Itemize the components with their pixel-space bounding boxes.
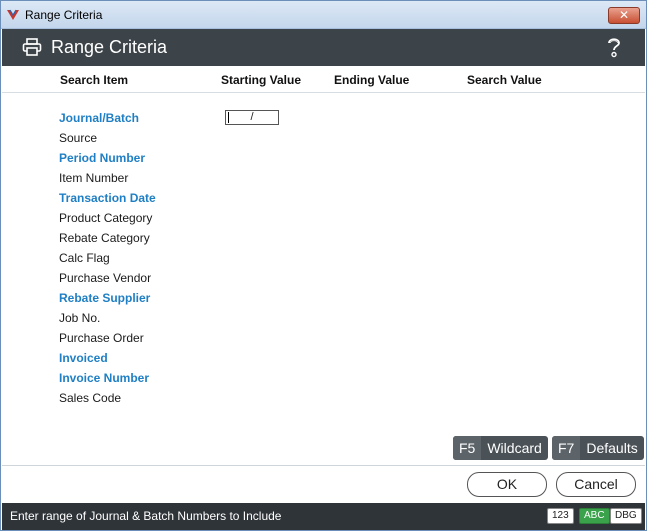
wildcard-button[interactable]: F5 Wildcard (453, 436, 548, 460)
criteria-item-label: Period Number (59, 151, 146, 165)
criteria-item-label: Calc Flag (59, 251, 110, 265)
criteria-item-label: Purchase Vendor (59, 271, 152, 285)
page-title: Range Criteria (51, 37, 168, 57)
header-divider (2, 92, 645, 93)
printer-icon[interactable] (22, 38, 42, 56)
column-header-search-value: Search Value (467, 73, 542, 87)
numeric-mode-badge: 123 (547, 508, 574, 524)
column-header-ending-value: Ending Value (334, 73, 410, 87)
column-header-search-item: Search Item (60, 73, 129, 87)
abc-mode-badge: ABC (579, 508, 610, 524)
wildcard-key: F5 (453, 436, 482, 460)
criteria-item-label: Item Number (59, 171, 129, 185)
journal-batch-starting-value: / (250, 111, 254, 123)
criteria-item-label: Invoice Number (59, 371, 150, 385)
text-caret (228, 112, 229, 123)
journal-batch-starting-input[interactable]: / (225, 110, 279, 125)
criteria-item-label: Purchase Order (59, 331, 144, 345)
criteria-item-label: Job No. (59, 311, 101, 325)
criteria-item-label: Rebate Supplier (59, 291, 151, 305)
column-header-starting-value: Starting Value (221, 73, 302, 87)
status-message: Enter range of Journal & Batch Numbers t… (10, 509, 282, 523)
help-icon[interactable] (605, 35, 623, 59)
defaults-key: F7 (552, 436, 581, 460)
dialog-header: Range Criteria (2, 29, 645, 66)
criteria-item-label: Invoiced (59, 351, 108, 365)
app-logo-icon (7, 9, 19, 20)
wildcard-label: Wildcard (487, 440, 542, 456)
footer-divider (2, 465, 645, 466)
debug-badge: DBG (610, 508, 642, 524)
criteria-item-label: Product Category (59, 211, 153, 225)
criteria-item-label: Sales Code (59, 391, 122, 405)
criteria-item-label: Journal/Batch (59, 111, 140, 125)
status-bar: Enter range of Journal & Batch Numbers t… (2, 503, 645, 530)
ok-button[interactable]: OK (467, 472, 547, 497)
criteria-item-label: Source (59, 131, 98, 145)
close-button[interactable]: ✕ (608, 7, 640, 24)
defaults-label: Defaults (586, 440, 638, 456)
range-criteria-window: Range Criteria ✕ Range Criteria Search I… (0, 0, 647, 531)
window-title: Range Criteria (25, 8, 103, 22)
criteria-item-label: Transaction Date (59, 191, 156, 205)
title-bar: Range Criteria ✕ (1, 1, 646, 29)
close-icon: ✕ (618, 8, 630, 22)
defaults-button[interactable]: F7 Defaults (552, 436, 644, 460)
criteria-item-label: Rebate Category (59, 231, 150, 245)
cancel-button[interactable]: Cancel (556, 472, 636, 497)
